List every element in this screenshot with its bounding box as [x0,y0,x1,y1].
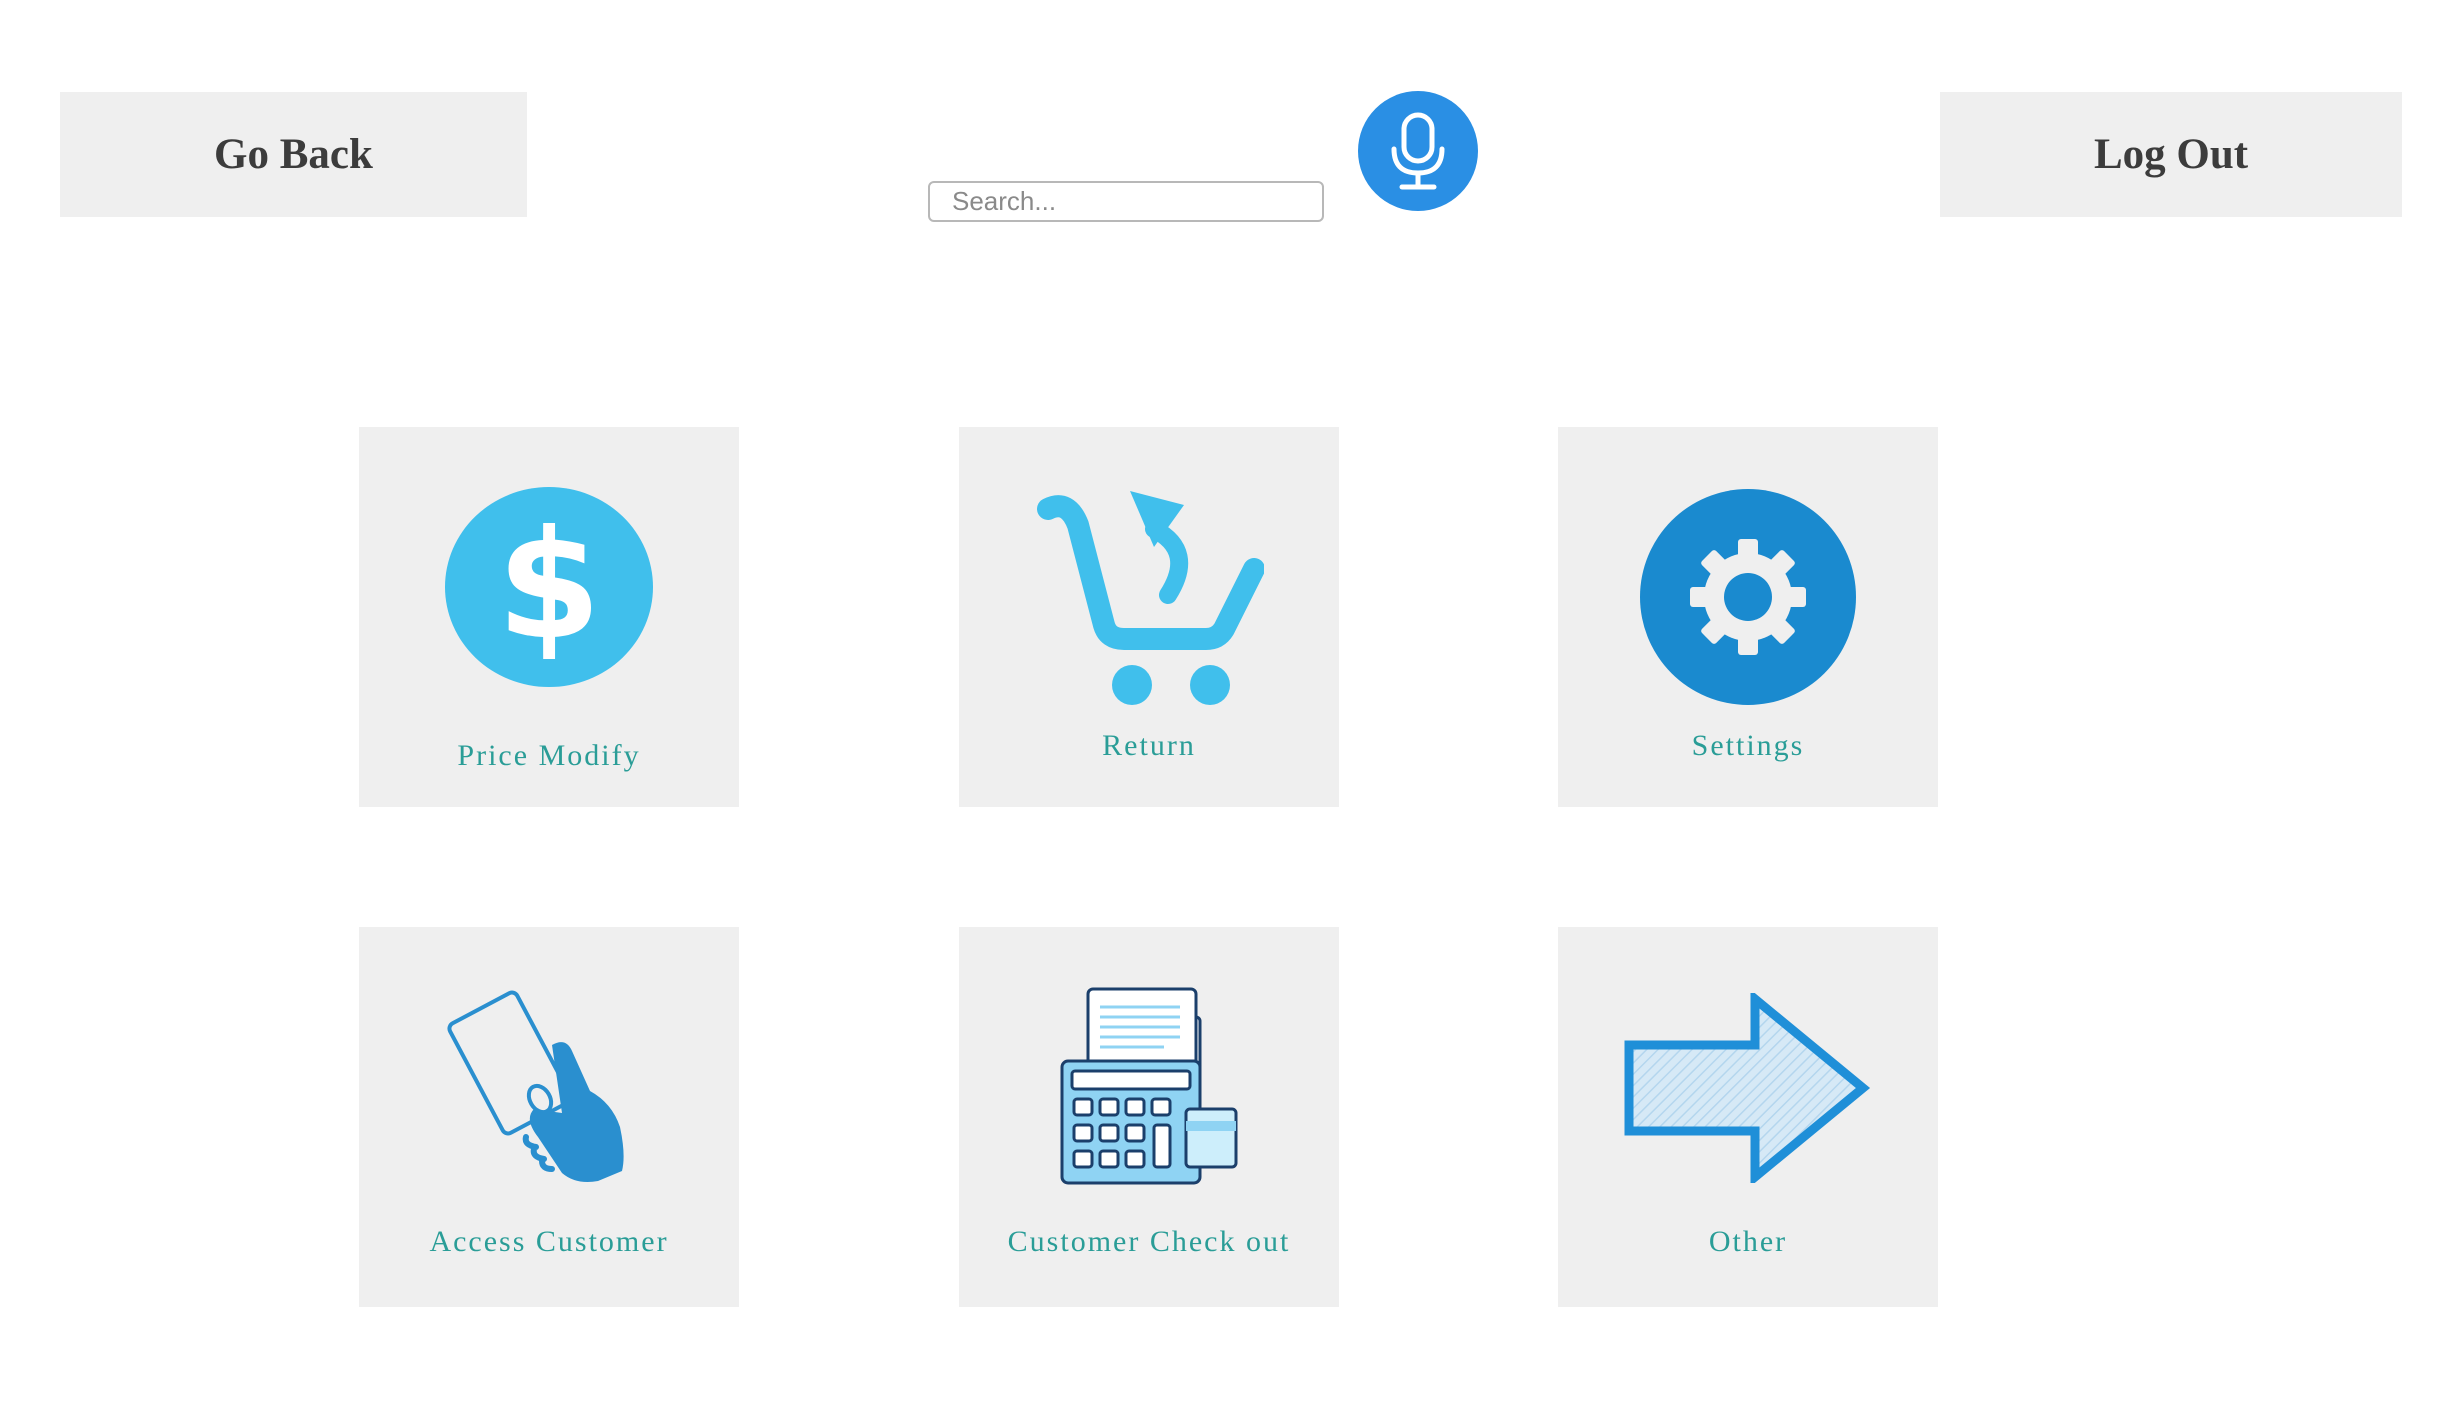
go-back-button[interactable]: Go Back [60,92,527,217]
tile-label: Price Modify [457,739,641,772]
tile-customer-checkout[interactable]: Customer Check out [959,927,1339,1307]
microphone-button[interactable] [1358,91,1478,211]
cart-return-icon [1037,491,1264,705]
tile-return[interactable]: Return [959,427,1339,807]
cash-register-icon [1060,987,1238,1185]
svg-text:$: $ [497,499,601,673]
tile-label: Return [1102,729,1196,762]
tile-settings[interactable]: Settings [1558,427,1938,807]
tile-price-modify[interactable]: $ Price Modify [359,427,739,807]
tile-label: Settings [1691,729,1805,762]
hand-card-icon [447,990,624,1182]
tile-label: Other [1708,1225,1788,1258]
microphone-icon [1391,112,1445,190]
tile-access-customer[interactable]: Access Customer [359,927,739,1307]
gear-icon [1640,489,1856,705]
tile-other[interactable]: Other [1558,927,1938,1307]
tile-label: Access Customer [429,1225,669,1258]
dollar-icon: $ [445,487,653,687]
log-out-button[interactable]: Log Out [1940,92,2402,217]
arrow-right-icon [1624,993,1871,1183]
search-input[interactable] [928,181,1324,222]
tile-label: Customer Check out [1007,1225,1291,1258]
home-screen: Go Back Log Out $ Price Modify [0,0,2462,1404]
